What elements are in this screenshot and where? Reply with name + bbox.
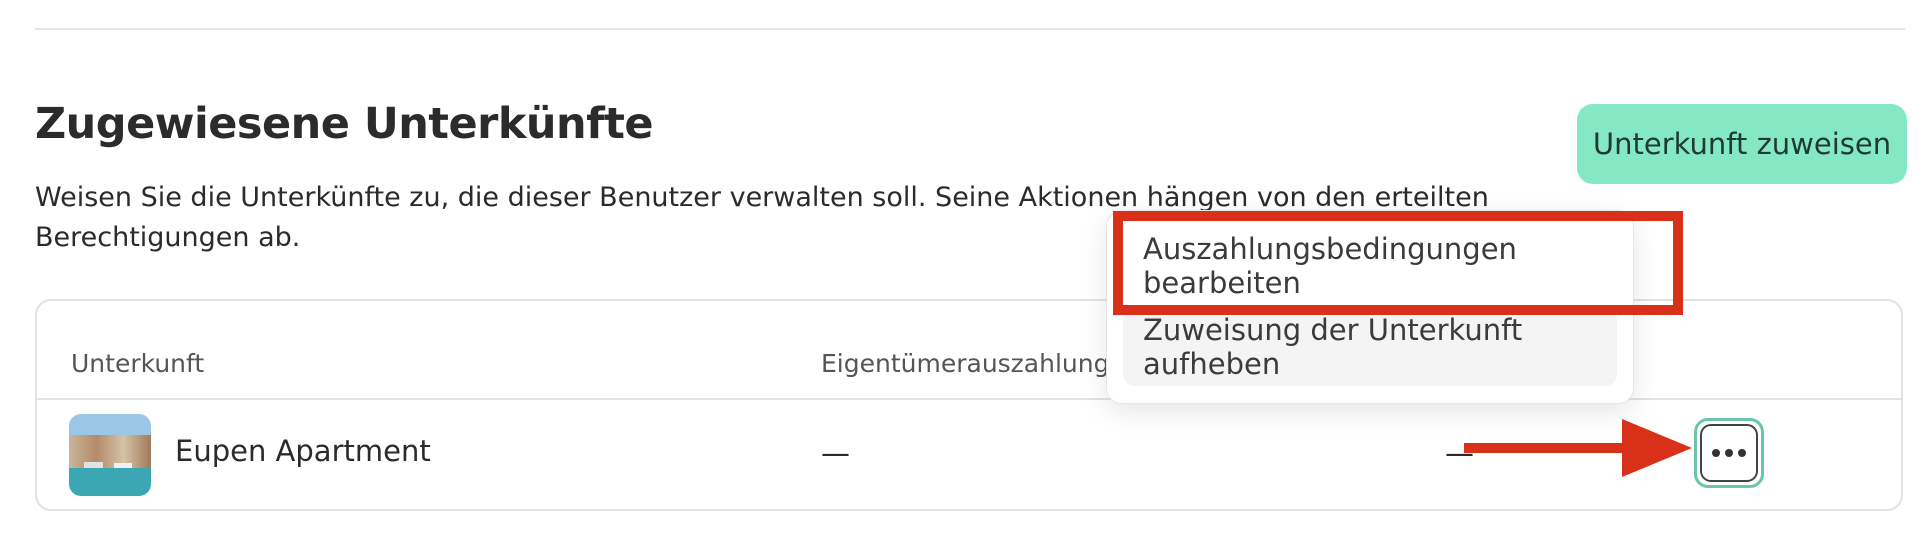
- table-row: Eupen Apartment — —: [37, 398, 1901, 511]
- menu-item-edit-payout-terms[interactable]: Auszahlungsbedingungen bearbeiten: [1123, 227, 1617, 305]
- property-thumbnail: [69, 414, 151, 496]
- more-horizontal-icon: [1700, 424, 1758, 482]
- section-title: Zugewiesene Unterkünfte: [35, 99, 654, 149]
- top-divider: [35, 28, 1905, 30]
- column-header-property: Unterkunft: [71, 349, 205, 378]
- row-actions-menu: Auszahlungsbedingungen bearbeiten Zuweis…: [1106, 210, 1634, 404]
- more-actions-button[interactable]: [1694, 418, 1764, 488]
- property-name[interactable]: Eupen Apartment: [175, 434, 431, 468]
- payout-terms-value: —: [1445, 436, 1474, 470]
- owner-payout-value: —: [821, 436, 850, 470]
- column-header-owner-payout: Eigentümerauszahlung: [821, 349, 1110, 378]
- assign-property-button[interactable]: Unterkunft zuweisen: [1577, 104, 1907, 184]
- menu-item-unassign-property[interactable]: Zuweisung der Unterkunft aufheben: [1123, 308, 1617, 386]
